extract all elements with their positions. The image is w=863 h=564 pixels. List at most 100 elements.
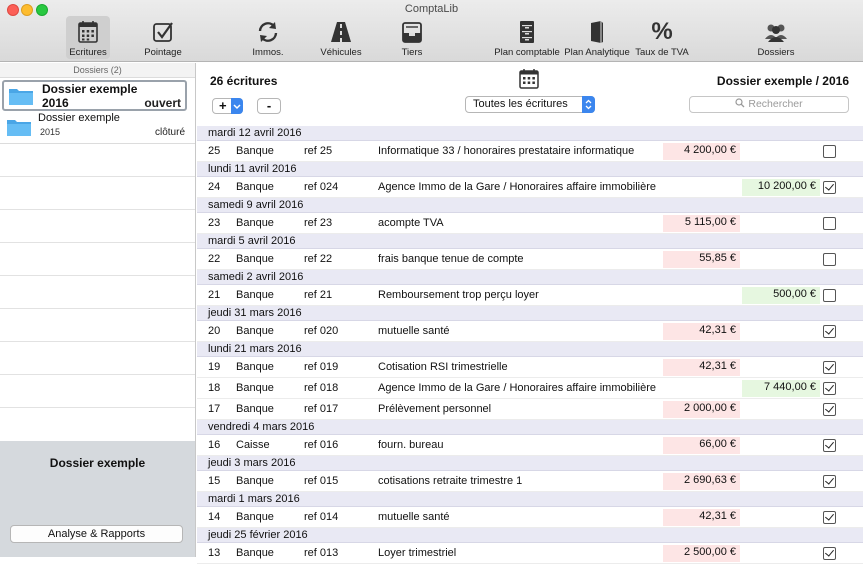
entry-label: Remboursement trop perçu loyer (378, 289, 539, 301)
search-icon (735, 98, 745, 108)
entries-filter-select[interactable]: Toutes les écritures (465, 96, 595, 113)
table-row[interactable]: 19 Banque ref 019 Cotisation RSI trimest… (197, 357, 863, 378)
toolbar-immos-label: Immos. (252, 47, 284, 58)
sidebar-header: Dossiers (2) (0, 63, 195, 78)
table-row[interactable]: 17 Banque ref 017 Prélèvement personnel … (197, 399, 863, 420)
pointage-checkbox[interactable] (823, 439, 836, 452)
dossier-item-2016[interactable]: Dossier exemple 2016 ouvert (2, 80, 187, 111)
remove-entry-button[interactable]: - (257, 98, 281, 114)
refresh-icon (258, 22, 278, 42)
window-title: ComptaLib (404, 3, 459, 15)
empty-row (0, 342, 195, 375)
entry-journal: Banque (236, 475, 274, 487)
entry-number: 21 (208, 289, 221, 301)
entry-number: 24 (208, 181, 221, 193)
entry-debit: 66,00 € (663, 437, 740, 454)
date-group-header: mardi 12 avril 2016 (197, 126, 863, 141)
chevron-down-icon[interactable] (231, 98, 243, 114)
pointage-checkbox[interactable] (823, 475, 836, 488)
calendar-icon[interactable] (518, 68, 540, 90)
pointage-checkbox[interactable] (823, 253, 836, 266)
toolbar-pointage-button[interactable]: Pointage (140, 16, 186, 59)
date-group-header: jeudi 25 février 2016 (197, 528, 863, 543)
search-input[interactable]: Rechercher (689, 96, 849, 113)
entry-number: 23 (208, 217, 221, 229)
table-row[interactable]: 15 Banque ref 015 cotisations retraite t… (197, 471, 863, 492)
table-row[interactable]: 16 Caisse ref 016 fourn. bureau 66,00 € (197, 435, 863, 456)
toolbar-tiers-button[interactable]: Tiers (392, 16, 432, 59)
table-row[interactable]: 13 Banque ref 013 Loyer trimestriel 2 50… (197, 543, 863, 564)
pointage-checkbox[interactable] (823, 382, 836, 395)
pointage-checkbox[interactable] (823, 511, 836, 524)
search-placeholder: Rechercher (748, 98, 803, 110)
pointage-checkbox[interactable] (823, 325, 836, 338)
dossier-year: 2016 (42, 96, 69, 110)
empty-row (0, 210, 195, 243)
entry-number: 25 (208, 145, 221, 157)
entry-journal: Banque (236, 361, 274, 373)
dossier-status: clôturé (154, 127, 185, 138)
pointage-checkbox[interactable] (823, 181, 836, 194)
entry-label: fourn. bureau (378, 439, 444, 451)
entry-journal: Banque (236, 145, 274, 157)
toolbar-tva-button[interactable]: % Taux de TVA (633, 16, 691, 59)
entry-reference: ref 024 (304, 181, 339, 193)
entries-count: 26 écritures (210, 74, 278, 88)
entry-reference: ref 015 (304, 475, 339, 487)
entry-label: frais banque tenue de compte (378, 253, 524, 265)
entry-label: acompte TVA (378, 217, 444, 229)
add-entry-button[interactable]: + (212, 98, 243, 114)
entry-debit: 55,85 € (663, 251, 740, 268)
pointage-checkbox[interactable] (823, 145, 836, 158)
toolbar-dossiers-button[interactable]: Dossiers (754, 16, 798, 59)
toolbar-plan-comptable-button[interactable]: Plan comptable (492, 16, 562, 59)
toolbar-vehicules-button[interactable]: Véhicules (316, 16, 366, 59)
entry-journal: Caisse (236, 439, 270, 451)
table-row[interactable]: 14 Banque ref 014 mutuelle santé 42,31 € (197, 507, 863, 528)
table-row[interactable]: 23 Banque ref 23 acompte TVA 5 115,00 € (197, 213, 863, 234)
table-row[interactable]: 24 Banque ref 024 Agence Immo de la Gare… (197, 177, 863, 198)
entry-debit: 2 690,63 € (663, 473, 740, 490)
entry-debit: 42,31 € (663, 359, 740, 376)
pointage-checkbox[interactable] (823, 361, 836, 374)
dossier-year: 2015 (40, 127, 61, 137)
pointage-checkbox[interactable] (823, 547, 836, 560)
toolbar-plan-analytique-button[interactable]: Plan Analytique (563, 16, 631, 59)
entry-journal: Banque (236, 325, 274, 337)
pointage-checkbox[interactable] (823, 403, 836, 416)
table-row[interactable]: 25 Banque ref 25 Informatique 33 / honor… (197, 141, 863, 162)
dossier-item-2015[interactable]: Dossier exemple 2015 clôturé (0, 111, 195, 144)
toolbar-immos-button[interactable]: Immos. (246, 16, 290, 59)
entry-credit: 10 200,00 € (742, 179, 820, 196)
date-group-header: mardi 5 avril 2016 (197, 234, 863, 249)
analyse-rapports-button[interactable]: Analyse & Rapports (10, 525, 183, 543)
table-row[interactable]: 21 Banque ref 21 Remboursement trop perç… (197, 285, 863, 306)
entry-reference: ref 018 (304, 382, 339, 394)
toolbar-vehicules-label: Véhicules (320, 47, 362, 58)
table-row[interactable]: 18 Banque ref 018 Agence Immo de la Gare… (197, 378, 863, 399)
entry-number: 14 (208, 511, 221, 523)
table-row[interactable]: 22 Banque ref 22 frais banque tenue de c… (197, 249, 863, 270)
ecritures-panel: 26 écritures Dossier exemple / 2016 + - … (197, 63, 863, 564)
entry-number: 15 (208, 475, 221, 487)
cabinet-icon (520, 21, 534, 43)
entry-number: 19 (208, 361, 221, 373)
entry-reference: ref 22 (304, 253, 333, 265)
entry-journal: Banque (236, 253, 274, 265)
entry-number: 20 (208, 325, 221, 337)
toolbar-ecritures-button[interactable]: Ecritures (66, 16, 110, 59)
entry-reference: ref 014 (304, 511, 339, 523)
table-row[interactable]: 20 Banque ref 020 mutuelle santé 42,31 € (197, 321, 863, 342)
entry-journal: Banque (236, 217, 274, 229)
pointage-checkbox[interactable] (823, 289, 836, 302)
entry-reference: ref 23 (304, 217, 333, 229)
folder-icon (9, 89, 33, 105)
folder-icon (7, 120, 31, 136)
sidebar-footer: Dossier exemple Analyse & Rapports (0, 441, 195, 557)
pointage-checkbox[interactable] (823, 217, 836, 230)
people-icon (765, 24, 787, 42)
entry-label: Agence Immo de la Gare / Honoraires affa… (378, 382, 656, 394)
filter-value: Toutes les écritures (473, 98, 568, 110)
entry-label: mutuelle santé (378, 511, 450, 523)
checkbox-icon (153, 22, 173, 42)
